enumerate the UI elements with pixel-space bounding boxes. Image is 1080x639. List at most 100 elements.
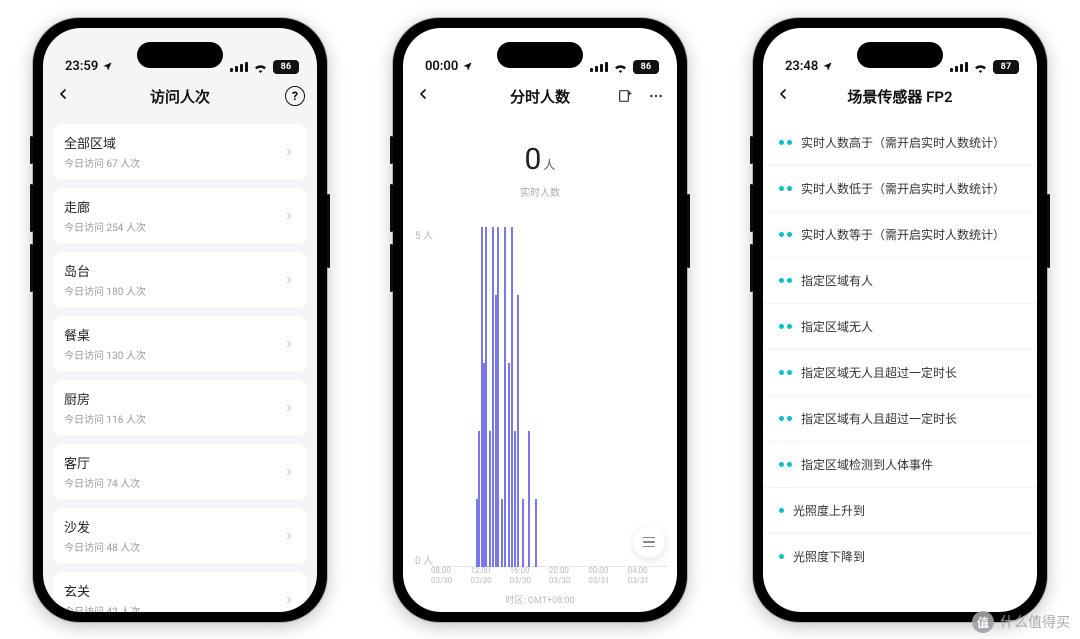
watermark-badge-icon: 值 [972,611,994,633]
back-button[interactable] [775,86,791,106]
zone-row[interactable]: 岛台今日访问 180 人次 [53,252,307,308]
phone-side-button [30,136,33,164]
chart-bar [535,499,537,567]
trigger-dot-icon [779,140,792,145]
zone-visits: 今日访问 48 人次 [64,539,140,554]
trigger-row[interactable]: 实时人数等于（需开启实时人数统计） [763,212,1037,258]
chart-bar [485,227,487,567]
battery-indicator: 86 [273,60,299,74]
status-time: 23:59 [65,59,98,74]
trigger-dot-icon [779,324,792,329]
phone-hourly: 00:00 86 [393,18,687,622]
chevron-right-icon [283,466,295,478]
trigger-row[interactable]: 指定区域有人 [763,258,1037,304]
trigger-row[interactable]: 实时人数高于（需开启实时人数统计） [763,120,1037,166]
dynamic-island [857,42,943,68]
more-button[interactable] [647,88,665,104]
zone-list: 全部区域今日访问 67 人次走廊今日访问 254 人次岛台今日访问 180 人次… [43,116,317,612]
location-icon [822,61,833,72]
phone-side-button [30,184,33,232]
status-time: 23:48 [785,59,818,74]
chevron-right-icon [283,146,295,158]
trigger-label: 指定区域无人 [801,318,873,335]
phone-side-button [390,244,393,292]
back-button[interactable] [415,86,431,106]
trigger-label: 指定区域无人且超过一定时长 [801,364,957,381]
chart-bar [504,227,506,567]
signal-icon [950,62,968,72]
count-value: 0 [525,142,542,177]
trigger-label: 光照度下降到 [793,548,865,565]
export-button[interactable] [617,88,633,104]
battery-indicator: 87 [993,60,1019,74]
battery-level: 87 [993,60,1019,74]
zone-row[interactable]: 全部区域今日访问 67 人次 [53,124,307,180]
x-tick: 04:0003/31 [628,567,667,591]
dynamic-island [137,42,223,68]
trigger-row[interactable]: 指定区域无人且超过一定时长 [763,350,1037,396]
trigger-label: 指定区域有人且超过一定时长 [801,410,957,427]
trigger-dot-icon [779,508,784,513]
zone-visits: 今日访问 42 人次 [64,603,140,612]
chevron-right-icon [283,530,295,542]
trigger-label: 指定区域检测到人体事件 [801,456,933,473]
realtime-count: 0人 实时人数 [403,116,677,199]
phone-side-button [390,136,393,164]
trigger-row[interactable]: 指定区域有人且超过一定时长 [763,396,1037,442]
trigger-label: 实时人数低于（需开启实时人数统计） [801,180,1005,197]
chevron-right-icon [283,594,295,606]
nav-bar: 分时人数 [403,76,677,116]
trigger-row[interactable]: 光照度下降到 [763,534,1037,579]
page-title: 场景传感器 FP2 [847,86,952,107]
timezone-label: 时区: GMT+08:00 [403,591,677,612]
zone-visits: 今日访问 130 人次 [64,347,146,362]
zone-visits: 今日访问 180 人次 [64,283,146,298]
trigger-dot-icon [779,232,792,237]
chart-bar [528,431,530,567]
trigger-dot-icon [779,370,792,375]
trigger-row[interactable]: 实时人数低于（需开启实时人数统计） [763,166,1037,212]
chart-bar [508,363,510,567]
phone-side-button [1047,194,1050,268]
trigger-dot-icon [779,554,784,559]
list-toggle-button[interactable] [633,526,665,558]
x-tick: 20:0003/30 [549,567,588,591]
phone-triggers: 23:48 87 [753,18,1047,622]
trigger-dot-icon [779,186,792,191]
chevron-right-icon [283,402,295,414]
trigger-row[interactable]: 指定区域无人 [763,304,1037,350]
phone-side-button [327,194,330,268]
x-axis: 08:0003/3012:0003/3016:0003/3020:0003/30… [431,567,667,591]
status-time: 00:00 [425,59,458,74]
battery-indicator: 86 [633,60,659,74]
battery-level: 86 [633,60,659,74]
trigger-row[interactable]: 指定区域检测到人体事件 [763,442,1037,488]
chart-bar [501,499,503,567]
chevron-right-icon [283,210,295,222]
phone-side-button [750,184,753,232]
help-button[interactable]: ? [285,86,305,106]
phone-side-button [750,136,753,164]
location-icon [462,61,473,72]
zone-row[interactable]: 沙发今日访问 48 人次 [53,508,307,564]
zone-visits: 今日访问 116 人次 [64,411,146,426]
page-title: 分时人数 [510,86,570,107]
signal-icon [590,62,608,72]
zone-row[interactable]: 玄关今日访问 42 人次 [53,572,307,612]
trigger-dot-icon [779,278,792,283]
count-unit: 人 [543,158,555,172]
x-tick: 08:0003/30 [431,567,470,591]
zone-row[interactable]: 走廊今日访问 254 人次 [53,188,307,244]
zone-row[interactable]: 客厅今日访问 74 人次 [53,444,307,500]
zone-row[interactable]: 餐桌今日访问 130 人次 [53,316,307,372]
chart-bar [517,295,519,567]
phone-visits: 23:59 86 [33,18,327,622]
trigger-row[interactable]: 光照度上升到 [763,488,1037,534]
phone-side-button [687,194,690,268]
nav-bar: 场景传感器 FP2 [763,76,1037,116]
wifi-icon [973,62,988,73]
zone-row[interactable]: 厨房今日访问 116 人次 [53,380,307,436]
back-button[interactable] [55,86,71,106]
x-tick: 12:0003/30 [470,567,509,591]
phone-side-button [390,184,393,232]
